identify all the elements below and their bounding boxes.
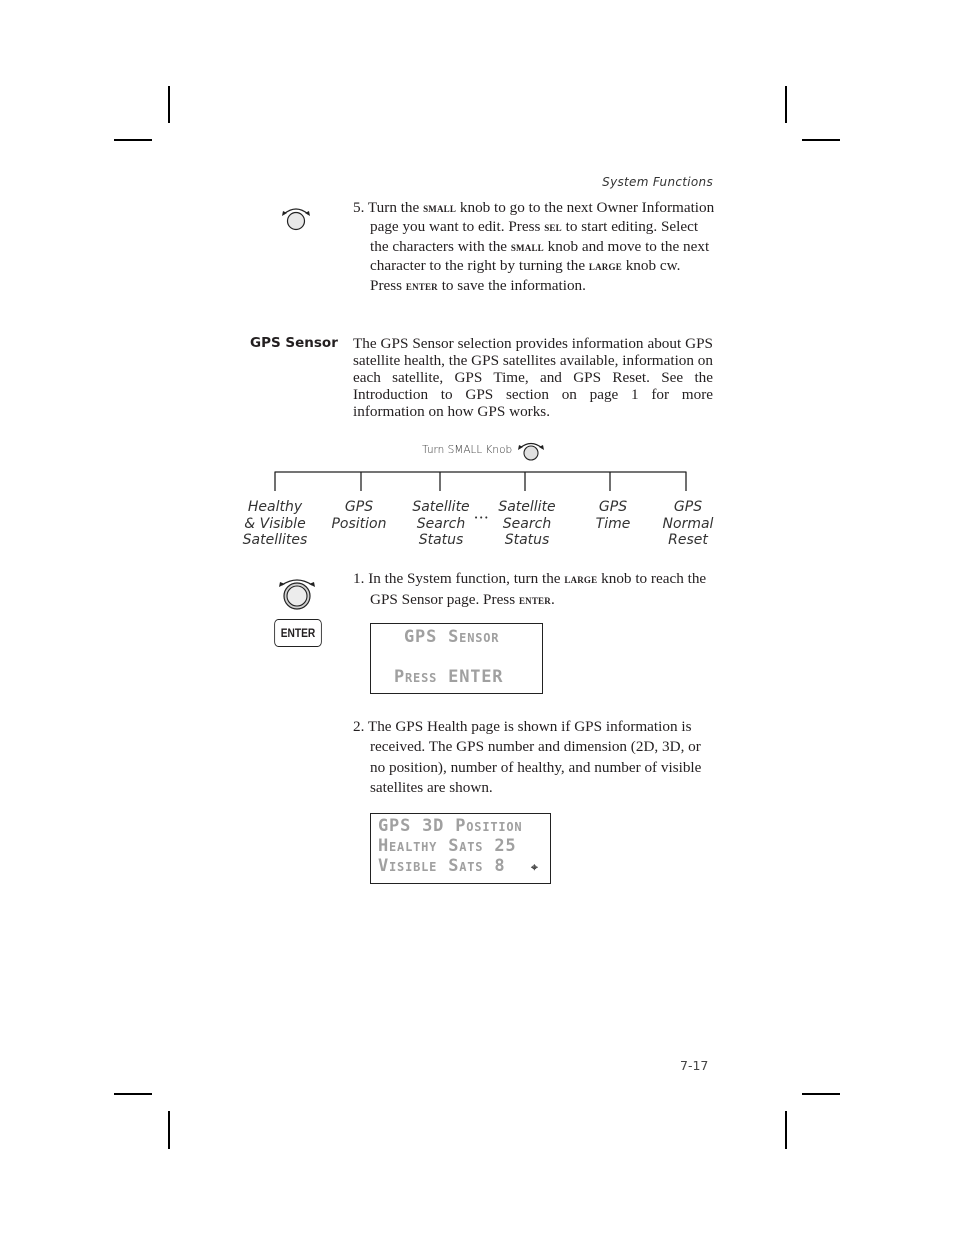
page-node-satellite-search-first: Satellite Search Status [412,499,470,548]
crosshair-cursor-icon: ⌖ [531,860,538,874]
page-number: 7-17 [680,1058,709,1073]
page-node-satellite-search-last: Satellite Search Status [498,499,556,548]
enter-button-icon: ENTER [274,619,322,647]
lcd-line: GPS Sensor [404,627,500,647]
lcd-line: Press ENTER [394,667,504,687]
page-node-gps-normal-reset: GPS Normal Reset [662,499,714,548]
step-number: 2. [353,718,365,735]
page-node-gps-time: GPS Time [595,499,631,532]
lcd-gps-health: GPS 3D Position Healthy Sats 25 Visible … [370,813,551,884]
key-large: LARGE [564,571,598,586]
page-node-gps-position: GPS Position [331,499,387,532]
lcd-gps-sensor: GPS Sensor Press ENTER [370,623,543,694]
lcd-line: GPS 3D Position [378,816,523,836]
diagram-connectors [274,471,687,491]
key-enter: ENTER [518,592,551,607]
lcd-line: Healthy Sats 25 [378,836,517,856]
step-1: 1. In the System function, turn the LARG… [353,570,707,608]
large-knob-icon [279,579,315,610]
page-node-healthy-visible: Healthy & Visible Satellites [242,499,308,548]
step-2: 2. The GPS Health page is shown if GPS i… [353,718,702,796]
lcd-line: Visible Sats 8 [378,856,506,876]
step-number: 1. [353,570,365,587]
